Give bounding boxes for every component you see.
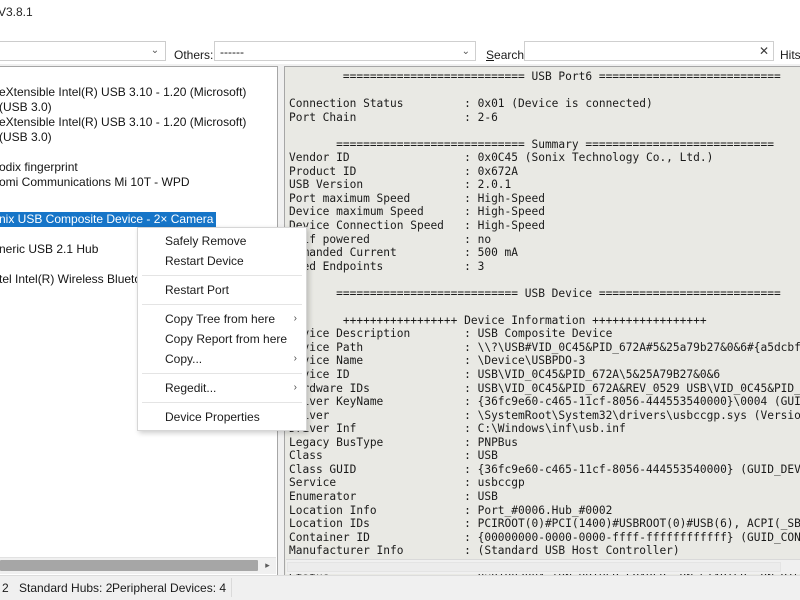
window-title: V3.8.1 [0, 5, 33, 19]
details-horizontal-scrollbar[interactable] [286, 559, 800, 574]
status-bar: 2 Standard Hubs: 2Peripheral Devices: 4 [0, 575, 800, 600]
title-bar: V3.8.1 [0, 0, 800, 38]
search-input[interactable] [529, 44, 747, 59]
context-menu-item[interactable]: Device Properties [138, 407, 306, 427]
usb-tree-view-window: V3.8.1 ⌄ Others: ------ ⌄ Search: ✕ Hits… [0, 0, 800, 600]
status-bar-cell: Standard Hubs: 2 [19, 581, 112, 595]
context-menu-item[interactable]: Copy Report from here [138, 329, 306, 349]
tree-item[interactable]: eXtensible Intel(R) USB 3.10 - 1.20 (Mic… [0, 85, 246, 100]
menu-separator [142, 275, 302, 276]
chevron-down-icon: ⌄ [462, 46, 470, 57]
status-bar-separator [231, 578, 232, 597]
tree-horizontal-scrollbar[interactable]: ▸ [0, 557, 276, 574]
tree-item[interactable]: (USB 3.0) [0, 130, 52, 145]
menu-separator [142, 373, 302, 374]
chevron-right-icon: › [294, 309, 297, 329]
device-details-panel[interactable]: =========================== USB Port6 ==… [284, 66, 800, 576]
others-value: ------ [220, 45, 244, 59]
scrollbar-thumb[interactable] [287, 562, 781, 572]
others-label: Others: [174, 48, 213, 62]
chevron-down-icon: ⌄ [150, 46, 160, 56]
search-label-rest: earch: [494, 48, 527, 62]
hits-label: Hits: [780, 48, 800, 62]
tree-item[interactable]: odix fingerprint [0, 160, 78, 175]
device-filter-combobox[interactable]: ⌄ [0, 41, 166, 61]
tree-item[interactable]: omi Communications Mi 10T - WPD [0, 175, 190, 190]
context-menu-item[interactable]: Copy...› [138, 349, 306, 369]
context-menu-item[interactable]: Safely Remove [138, 231, 306, 251]
chevron-right-icon[interactable]: ▸ [262, 560, 273, 571]
tree-item[interactable]: neric USB 2.1 Hub [0, 242, 98, 257]
chevron-right-icon: › [294, 378, 297, 398]
device-context-menu[interactable]: Safely RemoveRestart Device Restart Port C… [137, 227, 307, 431]
others-combobox[interactable]: ------ ⌄ [214, 41, 476, 61]
close-icon[interactable]: ✕ [759, 44, 769, 59]
context-menu-item[interactable]: Restart Port [138, 280, 306, 300]
tree-item[interactable]: eXtensible Intel(R) USB 3.10 - 1.20 (Mic… [0, 115, 246, 130]
context-menu-item[interactable]: Copy Tree from here› [138, 309, 306, 329]
search-field[interactable]: ✕ [524, 41, 774, 61]
status-bar-cell: 2 [2, 581, 9, 595]
status-bar-cell: Peripheral Devices: 4 [112, 581, 226, 595]
tree-item-selected[interactable]: nix USB Composite Device - 2× Camera [0, 212, 216, 227]
context-menu-item[interactable]: Regedit...› [138, 378, 306, 398]
menu-separator [142, 402, 302, 403]
menu-separator [142, 304, 302, 305]
search-label: Search: [486, 48, 527, 62]
scrollbar-thumb[interactable] [0, 560, 258, 571]
tree-item[interactable]: (USB 3.0) [0, 100, 52, 115]
device-details-text: =========================== USB Port6 ==… [289, 70, 800, 576]
chevron-right-icon: › [294, 349, 297, 369]
context-menu-item[interactable]: Restart Device [138, 251, 306, 271]
